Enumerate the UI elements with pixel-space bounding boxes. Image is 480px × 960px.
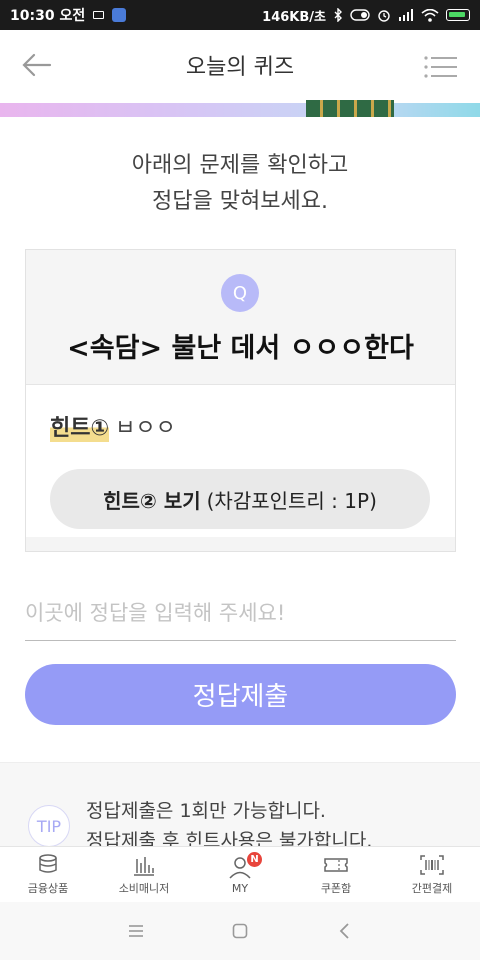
hint2-cost: (차감포인트리 : 1P) <box>206 488 377 513</box>
status-bar: 10:30 오전 146KB/초 <box>0 0 480 30</box>
nav-label: 소비매니저 <box>118 882 170 895</box>
bar-chart-icon <box>134 857 154 876</box>
bluetooth-icon <box>333 8 343 22</box>
tip-line-1: 정답제출은 1회만 가능합니다. <box>86 800 326 822</box>
battery-icon <box>446 9 470 21</box>
nav-coupon-box[interactable]: 쿠폰함 <box>288 847 384 902</box>
back-arrow-icon[interactable] <box>22 52 52 78</box>
alarm-icon <box>377 8 391 22</box>
app-notification-icon <box>112 8 127 22</box>
tip-section: TIP 정답제출은 1회만 가능합니다. 정답제출 후 힌트사용은 불가합니다. <box>0 762 480 852</box>
notification-badge: N <box>247 852 262 867</box>
nav-spending-manager[interactable]: 소비매니저 <box>96 847 192 902</box>
answer-input[interactable] <box>25 585 456 641</box>
hint1-label: 힌트① <box>50 410 110 442</box>
toggle-icon <box>350 9 370 21</box>
nav-easy-pay[interactable]: 간편결제 <box>384 847 480 902</box>
nav-label: 간편결제 <box>411 882 453 895</box>
tip-text: 정답제출은 1회만 가능합니다. 정답제출 후 힌트사용은 불가합니다. <box>86 796 372 852</box>
tip-badge: TIP <box>28 805 70 847</box>
system-nav-bar <box>0 902 480 960</box>
nav-label: 쿠폰함 <box>320 882 352 895</box>
coins-icon <box>39 854 57 873</box>
q-badge: Q <box>221 274 259 312</box>
page-title: 오늘의 퀴즈 <box>185 55 295 80</box>
nav-label: 금융상품 <box>27 882 69 895</box>
nav-financial-products[interactable]: 금융상품 <box>0 847 96 902</box>
question-text: <속담> 불난 데서 ㅇㅇㅇ한다 <box>67 333 414 364</box>
hint2-label: 힌트② 보기 <box>103 488 201 513</box>
submit-answer-button[interactable]: 정답제출 <box>25 664 456 725</box>
quiz-card: Q <속담> 불난 데서 ㅇㅇㅇ한다 힌트① ㅂㅇㅇ 힌트② 보기 (차감포인트… <box>25 249 456 552</box>
system-back-icon[interactable] <box>332 919 356 943</box>
banner-decoration <box>306 100 394 117</box>
nav-my[interactable]: N MY <box>192 847 288 902</box>
message-icon <box>93 11 105 19</box>
nav-label: MY <box>231 881 249 895</box>
list-menu-icon[interactable] <box>424 56 458 78</box>
ticket-icon <box>324 858 348 872</box>
bottom-nav: 금융상품 소비매니저 N MY 쿠폰함 간편결제 <box>0 846 480 902</box>
hint1: 힌트① ㅂㅇㅇ <box>50 410 176 442</box>
banner-strip <box>0 103 480 117</box>
hint1-value: ㅂㅇㅇ <box>115 416 176 441</box>
network-speed: 146KB/초 <box>262 9 326 25</box>
instruction-text: 아래의 문제를 확인하고 정답을 맞혀보세요. <box>131 153 349 214</box>
recent-apps-icon[interactable] <box>124 919 148 943</box>
status-time: 10:30 오전 <box>10 8 86 24</box>
hint2-button[interactable]: 힌트② 보기 (차감포인트리 : 1P) <box>50 469 430 529</box>
app-header: 오늘의 퀴즈 <box>0 30 480 100</box>
question-panel: Q <속담> 불난 데서 ㅇㅇㅇ한다 <box>26 250 455 385</box>
wifi-icon <box>421 8 439 22</box>
home-icon[interactable] <box>228 919 252 943</box>
card-footer-band <box>26 537 455 551</box>
signal-icon <box>398 9 414 21</box>
barcode-icon <box>420 855 444 875</box>
